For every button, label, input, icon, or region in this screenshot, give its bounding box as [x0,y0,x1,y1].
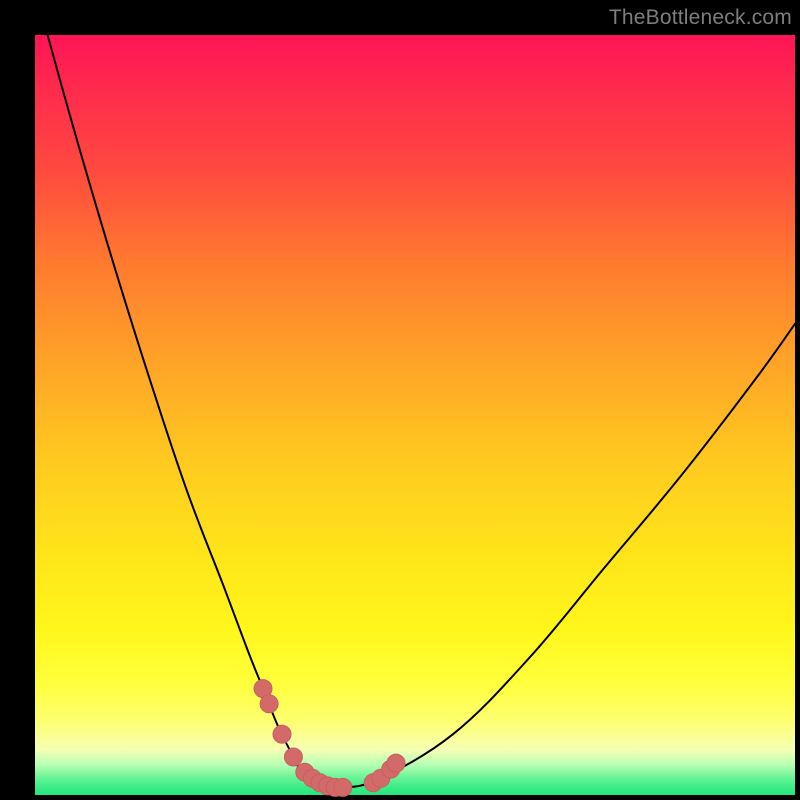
bottleneck-curve [35,0,795,788]
plot-area [35,35,795,795]
highlight-markers [254,680,405,797]
watermark-text: TheBottleneck.com [609,6,792,30]
marker-dot [284,748,302,766]
chart-frame: TheBottleneck.com [0,0,800,800]
marker-dot [334,778,352,796]
marker-dot [387,754,405,772]
chart-svg [35,35,795,795]
marker-dot [273,725,291,743]
marker-dot [260,695,278,713]
